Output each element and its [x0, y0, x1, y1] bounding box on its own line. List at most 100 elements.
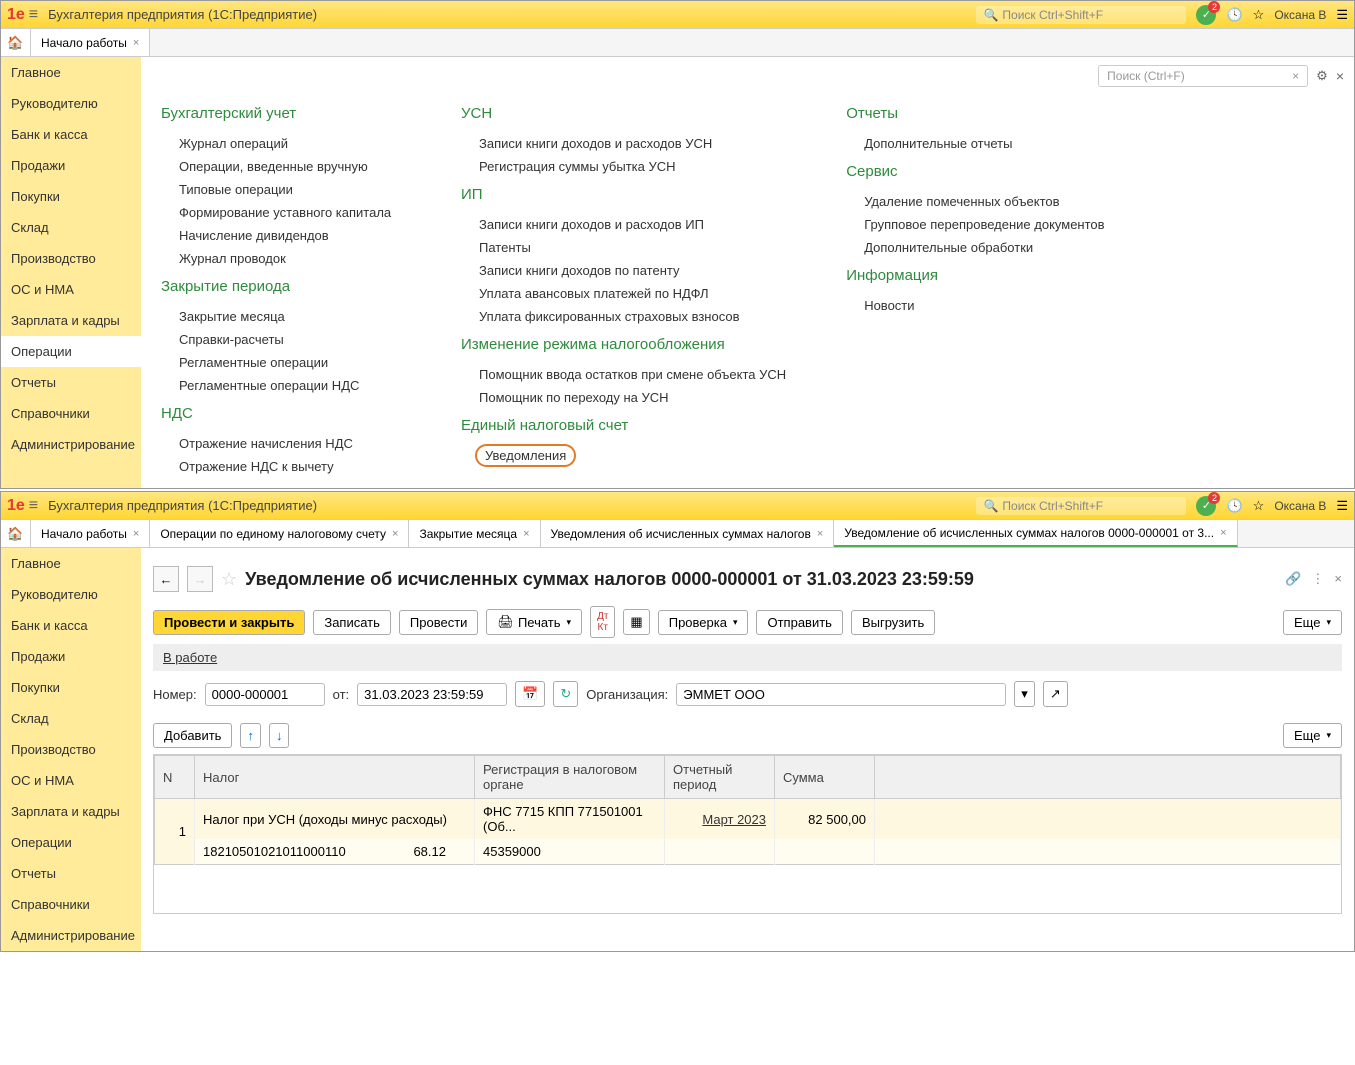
- menu-link[interactable]: Помощник ввода остатков при смене объект…: [461, 363, 786, 386]
- menu-link[interactable]: Уведомления: [475, 444, 576, 467]
- date-field[interactable]: [357, 683, 507, 706]
- global-search-2[interactable]: 🔍 Поиск Ctrl+Shift+F: [976, 497, 1186, 515]
- sidebar-item-7[interactable]: ОС и НМА: [1, 274, 141, 305]
- table-header[interactable]: Отчетный период: [665, 756, 775, 799]
- user-label[interactable]: Оксана В: [1274, 8, 1326, 22]
- sidebar-item-6[interactable]: Производство: [1, 734, 141, 765]
- sidebar-item-4[interactable]: Покупки: [1, 181, 141, 212]
- menu-link[interactable]: Помощник по переходу на УСН: [461, 386, 786, 409]
- sidebar-item-5[interactable]: Склад: [1, 212, 141, 243]
- menu-link[interactable]: Патенты: [461, 236, 786, 259]
- tab[interactable]: Операции по единому налоговому счету×: [150, 520, 409, 547]
- more-icon[interactable]: ⋮: [1311, 571, 1324, 587]
- tab[interactable]: Уведомление об исчисленных суммах налого…: [834, 520, 1237, 547]
- menu-link[interactable]: Справки-расчеты: [161, 328, 401, 351]
- close-icon[interactable]: ×: [392, 528, 398, 540]
- sidebar-item-8[interactable]: Зарплата и кадры: [1, 796, 141, 827]
- refresh-icon[interactable]: ↻: [553, 681, 578, 707]
- calendar-icon[interactable]: 📅: [515, 681, 545, 707]
- table-header[interactable]: [875, 756, 1341, 799]
- tab[interactable]: Закрытие месяца×: [409, 520, 540, 547]
- home-tab[interactable]: 🏠: [1, 520, 31, 547]
- sidebar-item-12[interactable]: Администрирование: [1, 429, 141, 460]
- sidebar-item-7[interactable]: ОС и НМА: [1, 765, 141, 796]
- sidebar-item-10[interactable]: Отчеты: [1, 367, 141, 398]
- select-icon[interactable]: ▾: [1014, 681, 1035, 707]
- table-row[interactable]: 1Налог при УСН (доходы минус расходы)ФНС…: [155, 799, 1341, 840]
- add-row-button[interactable]: Добавить: [153, 723, 232, 748]
- move-up-button[interactable]: ↑: [240, 723, 261, 748]
- close-icon[interactable]: ×: [1334, 571, 1342, 587]
- menu-link[interactable]: Операции, введенные вручную: [161, 155, 401, 178]
- notification-icon[interactable]: ✓ 2: [1196, 496, 1216, 516]
- back-button[interactable]: ←: [153, 566, 179, 592]
- sidebar-item-1[interactable]: Руководителю: [1, 579, 141, 610]
- sidebar-item-1[interactable]: Руководителю: [1, 88, 141, 119]
- close-icon[interactable]: ×: [1336, 68, 1344, 84]
- menu-link[interactable]: Формирование уставного капитала: [161, 201, 401, 224]
- print-button[interactable]: 🖨 Печать ▾: [486, 609, 582, 635]
- open-icon[interactable]: ↗: [1043, 681, 1068, 707]
- close-icon[interactable]: ×: [523, 528, 529, 540]
- menu-link[interactable]: Регламентные операции НДС: [161, 374, 401, 397]
- menu-link[interactable]: Записи книги доходов и расходов ИП: [461, 213, 786, 236]
- history-icon[interactable]: 🕓: [1226, 7, 1242, 23]
- menu-link[interactable]: Закрытие месяца: [161, 305, 401, 328]
- close-icon[interactable]: ×: [817, 528, 823, 540]
- table-header[interactable]: Налог: [195, 756, 475, 799]
- menu-icon[interactable]: ☰: [1336, 498, 1348, 514]
- sidebar-item-0[interactable]: Главное: [1, 57, 141, 88]
- menu-link[interactable]: Уплата фиксированных страховых взносов: [461, 305, 786, 328]
- sidebar-item-11[interactable]: Справочники: [1, 889, 141, 920]
- close-icon[interactable]: ×: [1220, 527, 1226, 539]
- export-button[interactable]: Выгрузить: [851, 610, 935, 635]
- sidebar-item-2[interactable]: Банк и касса: [1, 119, 141, 150]
- hamburger-icon[interactable]: ≡: [29, 497, 38, 515]
- check-button[interactable]: Проверка ▾: [658, 610, 749, 635]
- menu-link[interactable]: Уплата авансовых платежей по НДФЛ: [461, 282, 786, 305]
- dtKt-icon-button[interactable]: ДтКт: [590, 606, 615, 638]
- menu-link[interactable]: Регламентные операции: [161, 351, 401, 374]
- sidebar-item-3[interactable]: Продажи: [1, 641, 141, 672]
- post-and-close-button[interactable]: Провести и закрыть: [153, 610, 305, 635]
- menu-link[interactable]: Записи книги доходов и расходов УСН: [461, 132, 786, 155]
- notification-icon[interactable]: ✓ 2: [1196, 5, 1216, 25]
- star-icon[interactable]: ☆: [1253, 7, 1265, 23]
- menu-link[interactable]: Дополнительные отчеты: [846, 132, 1104, 155]
- tab[interactable]: Уведомления об исчисленных суммах налого…: [541, 520, 835, 547]
- forward-button[interactable]: →: [187, 566, 213, 592]
- menu-link[interactable]: Типовые операции: [161, 178, 401, 201]
- hamburger-icon[interactable]: ≡: [29, 6, 38, 24]
- org-field[interactable]: [676, 683, 1006, 706]
- sidebar-item-12[interactable]: Администрирование: [1, 920, 141, 951]
- clear-icon[interactable]: ×: [1292, 69, 1299, 83]
- number-field[interactable]: [205, 683, 325, 706]
- status-bar[interactable]: В работе: [153, 644, 1342, 671]
- table-row[interactable]: 1821050102101100011068.1245359000: [155, 839, 1341, 865]
- send-button[interactable]: Отправить: [756, 610, 842, 635]
- close-icon[interactable]: ×: [133, 37, 139, 49]
- sidebar-item-4[interactable]: Покупки: [1, 672, 141, 703]
- star-icon[interactable]: ☆: [1253, 498, 1265, 514]
- close-icon[interactable]: ×: [133, 528, 139, 540]
- sidebar-item-6[interactable]: Производство: [1, 243, 141, 274]
- tab[interactable]: Начало работы×: [31, 520, 150, 547]
- table-header[interactable]: Сумма: [775, 756, 875, 799]
- sidebar-item-9[interactable]: Операции: [1, 827, 141, 858]
- move-down-button[interactable]: ↓: [269, 723, 290, 748]
- sidebar-item-8[interactable]: Зарплата и кадры: [1, 305, 141, 336]
- save-button[interactable]: Записать: [313, 610, 391, 635]
- sidebar-item-3[interactable]: Продажи: [1, 150, 141, 181]
- structure-icon-button[interactable]: ▦: [623, 609, 649, 635]
- favorite-star-icon[interactable]: ☆: [221, 569, 237, 590]
- sidebar-item-0[interactable]: Главное: [1, 548, 141, 579]
- menu-link[interactable]: Начисление дивидендов: [161, 224, 401, 247]
- sidebar-item-9[interactable]: Операции: [1, 336, 141, 367]
- user-label[interactable]: Оксана В: [1274, 499, 1326, 513]
- menu-link[interactable]: Новости: [846, 294, 1104, 317]
- menu-link[interactable]: Отражение начисления НДС: [161, 432, 401, 455]
- home-tab[interactable]: 🏠: [1, 29, 31, 56]
- sidebar-item-5[interactable]: Склад: [1, 703, 141, 734]
- menu-icon[interactable]: ☰: [1336, 7, 1348, 23]
- link-icon[interactable]: 🔗: [1285, 571, 1301, 587]
